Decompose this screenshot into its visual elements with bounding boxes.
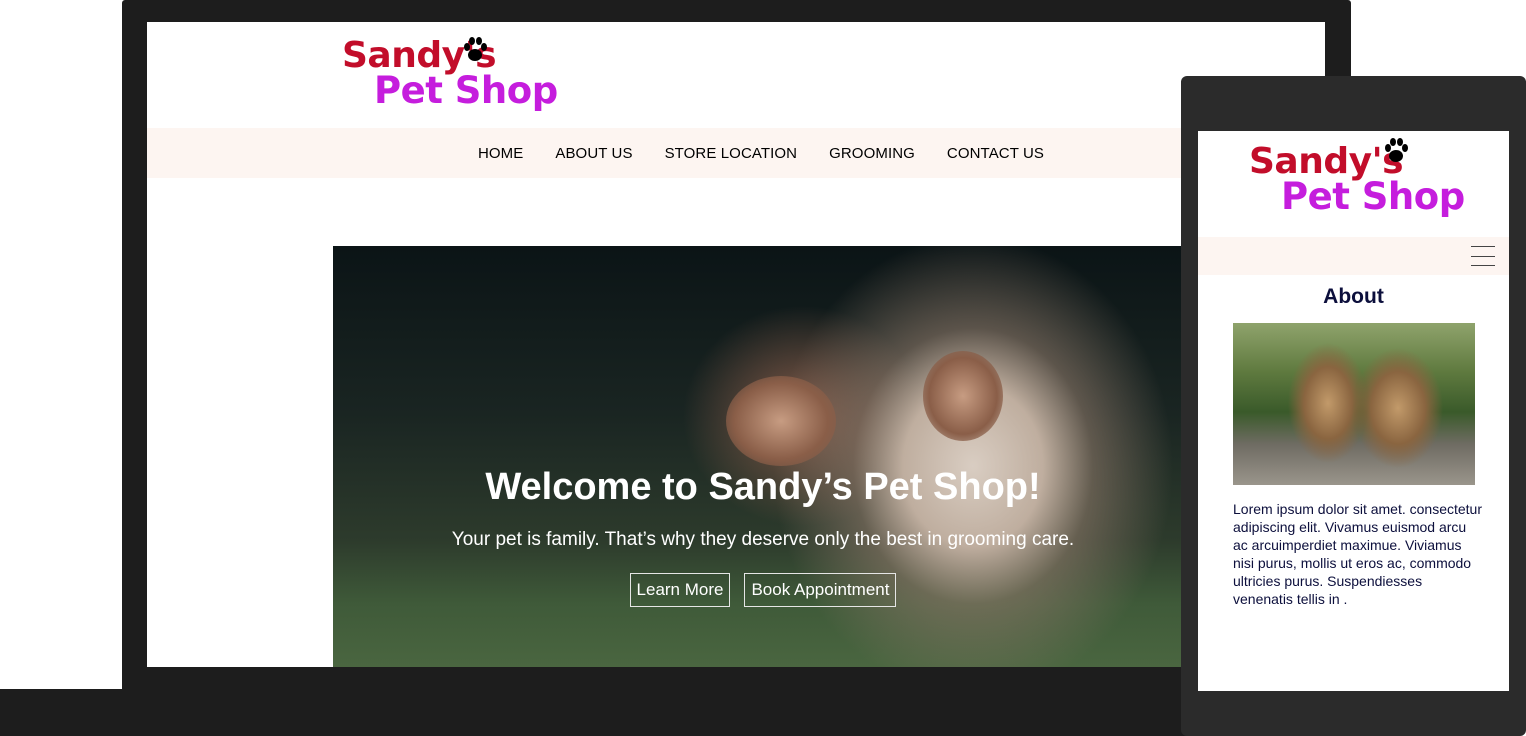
nav-contact-us[interactable]: CONTACT US [947,145,1044,162]
laptop-base [0,689,1200,736]
logo-line-2: Pet Shop [1281,175,1465,218]
logo-line-2: Pet Shop [374,69,558,112]
about-body-text: Lorem ipsum dolor sit amet. consectetur … [1233,501,1482,607]
hero-dog-image [726,376,836,466]
phone-frame: Sandy's Pet Shop About Lorem ipsum dolor… [1181,76,1526,736]
site-logo[interactable]: Sandy's Pet Shop [342,32,562,122]
hamburger-menu-icon[interactable] [1471,246,1495,266]
mobile-site-logo[interactable]: Sandy's Pet Shop [1249,134,1469,219]
nav-home[interactable]: HOME [478,145,523,162]
learn-more-button[interactable]: Learn More [629,573,731,607]
nav-about-us[interactable]: ABOUT US [555,145,632,162]
hero-buttons: Learn More Book Appointment [333,573,1193,607]
hero-subtitle: Your pet is family. That’s why they dese… [451,529,1075,550]
paw-print-icon [1385,138,1408,162]
about-dogs-photo [1233,323,1475,485]
hero-banner: Welcome to Sandy’s Pet Shop! Your pet is… [333,246,1325,667]
hero-dog-image-ear [923,351,1003,441]
nav-store-location[interactable]: STORE LOCATION [665,145,798,162]
about-heading: About [1323,285,1384,308]
mobile-site-screen: Sandy's Pet Shop About Lorem ipsum dolor… [1198,131,1509,691]
book-appointment-button[interactable]: Book Appointment [744,573,897,607]
mobile-navigation [1198,237,1509,275]
nav-grooming[interactable]: GROOMING [829,145,915,162]
main-navigation: HOME ABOUT US STORE LOCATION GROOMING CO… [147,128,1325,178]
desktop-site-screen: Sandy's Pet Shop HOME ABOUT US STORE LOC… [147,22,1325,667]
hero-content: Welcome to Sandy’s Pet Shop! Your pet is… [333,466,1193,607]
paw-print-icon [464,37,487,61]
hero-title: Welcome to Sandy’s Pet Shop! [485,466,1041,508]
